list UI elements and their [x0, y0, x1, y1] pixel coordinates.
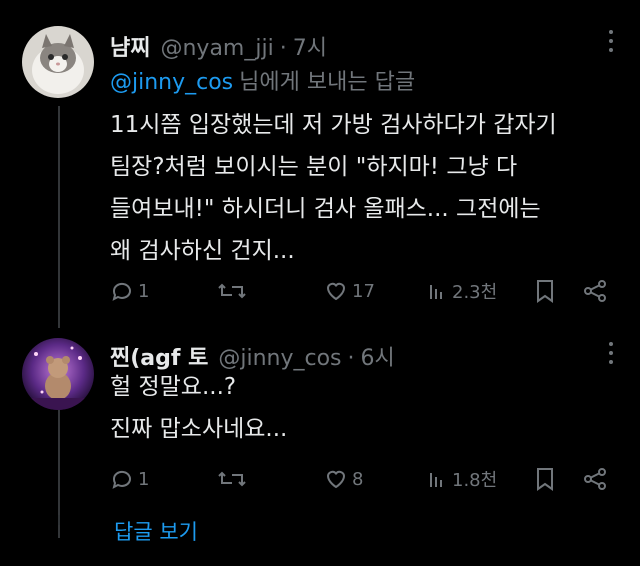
reply-to-line: @jinny_cos 님에게 보내는 답글 [110, 64, 415, 96]
bookmark-icon [537, 468, 553, 491]
views-button[interactable]: 2.3천 [428, 276, 497, 306]
more-icon[interactable] [608, 30, 614, 52]
action-bar: 1 17 2.3천 [110, 276, 610, 306]
views-icon [430, 473, 442, 487]
bookmark-button[interactable] [534, 464, 556, 494]
view-count: 1.8천 [452, 470, 498, 491]
reply-button[interactable]: 1 [110, 464, 149, 494]
retweet-button[interactable] [218, 276, 250, 306]
reply-icon [112, 470, 131, 489]
share-icon [584, 468, 606, 490]
bookmark-button[interactable] [534, 276, 556, 306]
action-bar: 1 8 1.8천 [110, 464, 610, 494]
thread-line-collapsed [58, 515, 60, 525]
text-line: 헐 정말요...? [110, 374, 237, 400]
like-icon [326, 470, 346, 489]
timestamp[interactable]: 7시 [293, 30, 327, 62]
display-name[interactable]: 냠찌 [110, 30, 150, 62]
reply-count: 1 [138, 280, 150, 302]
text-line: 11시쯤 입장했는데 저 가방 검사하다가 갑자기 [110, 112, 557, 138]
tweet-text: 헐 정말요...? 진짜 맙소사네요... [110, 366, 287, 450]
tweet-header: 냠찌 @nyam_jji · 7시 [110, 30, 327, 62]
like-button[interactable]: 17 [324, 276, 375, 306]
separator-dot: · [279, 36, 287, 61]
view-count: 2.3천 [452, 282, 498, 303]
like-count: 17 [352, 280, 375, 302]
avatar[interactable] [22, 26, 94, 98]
text-line: 팀장?처럼 보이시는 분이 "하지마! 그냥 다 [110, 154, 518, 180]
views-button[interactable]: 1.8천 [428, 464, 497, 494]
like-icon [326, 282, 346, 301]
show-replies-link[interactable]: 답글 보기 [114, 516, 198, 546]
user-handle[interactable]: @nyam_jji [160, 36, 273, 61]
timestamp[interactable]: 6시 [361, 340, 395, 372]
views-icon [430, 285, 442, 299]
text-line: 들여보내!" 하시더니 검사 올패스... 그전에는 [110, 196, 541, 222]
share-button[interactable] [582, 464, 608, 494]
mention-link[interactable]: @jinny_cos [110, 70, 233, 95]
text-line: 진짜 맙소사네요... [110, 416, 288, 442]
share-button[interactable] [582, 276, 608, 306]
share-icon [584, 280, 606, 302]
like-count: 8 [352, 468, 364, 490]
like-button[interactable]: 8 [324, 464, 363, 494]
reply-button[interactable]: 1 [110, 276, 149, 306]
reply-to-suffix: 님에게 보내는 답글 [239, 70, 416, 95]
avatar[interactable] [22, 338, 94, 410]
reply-icon [112, 282, 131, 301]
reply-count: 1 [138, 468, 150, 490]
bookmark-icon [537, 280, 553, 303]
separator-dot: · [347, 346, 355, 371]
tweet-text: 11시쯤 입장했는데 저 가방 검사하다가 갑자기 팀장?처럼 보이시는 분이 … [110, 104, 557, 272]
text-line: 왜 검사하신 건지... [110, 238, 295, 264]
more-icon[interactable] [608, 342, 614, 364]
retweet-icon [218, 283, 246, 299]
retweet-icon [218, 471, 246, 487]
retweet-button[interactable] [218, 464, 250, 494]
thread-line-top [58, 106, 60, 328]
